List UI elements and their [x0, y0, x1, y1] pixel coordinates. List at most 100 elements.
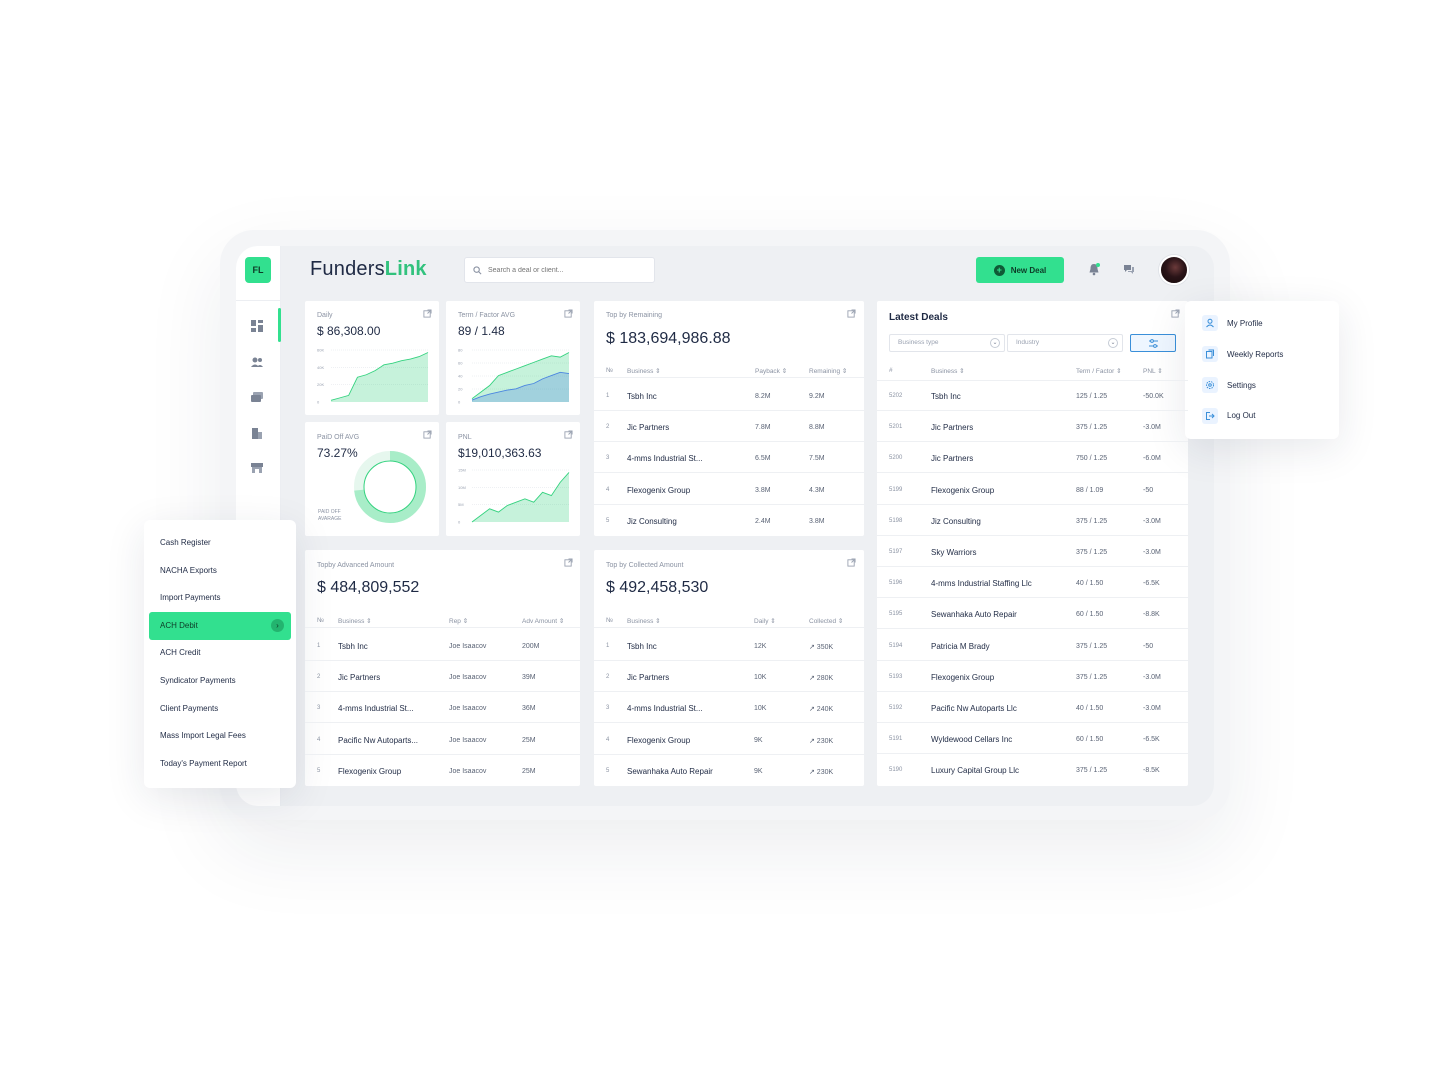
business-name[interactable]: Wyldewood Cellars Inc — [931, 735, 1012, 744]
deal-id: 5190 — [889, 767, 903, 774]
top-advanced-value: $ 484,809,552 — [317, 579, 420, 596]
menu-item-cash-register[interactable]: Cash Register — [160, 538, 211, 547]
table-header[interactable]: Remaining ⇕ — [809, 367, 847, 375]
pnl-value: -50.0K — [1143, 393, 1164, 400]
business-name[interactable]: Jic Partners — [338, 673, 380, 682]
table-cell: ↗ 280K — [809, 675, 834, 683]
business-name[interactable]: Flexogenix Group — [627, 736, 690, 745]
profile-menu-weekly-reports[interactable]: Weekly Reports — [1227, 350, 1283, 359]
search-box[interactable] — [464, 257, 655, 283]
table-header[interactable]: # — [889, 367, 893, 374]
table-header[interactable]: Payback ⇕ — [755, 367, 787, 375]
logout-icon — [1202, 408, 1218, 424]
menu-item-mass-import-legal-fees[interactable]: Mass Import Legal Fees — [160, 731, 246, 740]
table-header[interactable]: Business ⇕ — [931, 367, 965, 375]
business-name[interactable]: Tsbh Inc — [627, 392, 657, 401]
store-icon[interactable] — [250, 461, 264, 475]
term-factor: 375 / 1.25 — [1076, 424, 1108, 432]
business-name[interactable]: Flexogenix Group — [931, 673, 994, 682]
business-name[interactable]: Flexogenix Group — [931, 486, 994, 495]
search-input[interactable] — [488, 266, 638, 274]
business-name[interactable]: Jic Partners — [931, 423, 973, 432]
business-name[interactable]: Tsbh Inc — [627, 642, 657, 651]
business-name[interactable]: Patricia M Brady — [931, 642, 990, 651]
search-icon — [473, 265, 482, 274]
table-cell: 36M — [522, 705, 536, 713]
external-link-icon[interactable] — [423, 430, 432, 439]
brand-logo[interactable]: FundersLink — [310, 258, 427, 281]
business-name[interactable]: Tsbh Inc — [338, 642, 368, 651]
term-factor: 60 / 1.50 — [1076, 736, 1104, 744]
bell-icon[interactable] — [1088, 263, 1100, 276]
filter-button[interactable] — [1130, 334, 1176, 352]
external-link-icon[interactable] — [1171, 309, 1180, 318]
table-header[interactable]: Adv Amount ⇕ — [522, 617, 564, 625]
new-deal-button[interactable]: + New Deal — [976, 257, 1064, 283]
business-name[interactable]: Jic Partners — [627, 673, 669, 682]
table-header[interactable]: Daily ⇕ — [754, 617, 776, 625]
row-divider — [877, 690, 1188, 692]
menu-item-syndicator-payments[interactable]: Syndicator Payments — [160, 676, 236, 685]
axis-tick-label: 15M — [458, 468, 466, 473]
business-name[interactable]: 4-mms Industrial Staffing Llc — [931, 579, 1032, 588]
table-header[interactable]: № — [606, 367, 613, 374]
users-icon[interactable] — [250, 355, 264, 369]
menu-item-today-s-payment-report[interactable]: Today's Payment Report — [160, 759, 247, 768]
external-link-icon[interactable] — [847, 558, 856, 567]
business-name[interactable]: Tsbh Inc — [931, 392, 961, 401]
table-header[interactable]: Business ⇕ — [627, 367, 661, 375]
menu-item-nacha-exports[interactable]: NACHA Exports — [160, 566, 217, 575]
table-header[interactable]: Business ⇕ — [627, 617, 661, 625]
business-name[interactable]: Luxury Capital Group Llc — [931, 766, 1019, 775]
business-name[interactable]: Flexogenix Group — [338, 767, 401, 776]
external-link-icon[interactable] — [847, 309, 856, 318]
business-name[interactable]: 4-mms Industrial St... — [338, 704, 414, 713]
external-link-icon[interactable] — [564, 309, 573, 318]
table-header[interactable]: Term / Factor ⇕ — [1076, 367, 1122, 375]
series-area — [472, 472, 569, 522]
profile-menu-my-profile[interactable]: My Profile — [1227, 319, 1263, 328]
avatar[interactable] — [1159, 255, 1189, 285]
business-name[interactable]: Jic Partners — [627, 423, 669, 432]
business-name[interactable]: Jic Partners — [931, 454, 973, 463]
building-icon[interactable] — [250, 426, 264, 440]
pnl-value: -3.0M — [1143, 517, 1161, 525]
table-header[interactable]: PNL ⇕ — [1143, 367, 1163, 375]
industry-select[interactable]: Industry ⌄ — [1007, 334, 1123, 352]
table-header[interactable]: Rep ⇕ — [449, 617, 468, 625]
menu-item-ach-debit[interactable]: ACH Debit — [160, 621, 198, 630]
business-name[interactable]: Flexogenix Group — [627, 486, 690, 495]
dashboard-icon[interactable] — [250, 319, 264, 333]
business-name[interactable]: Pacific Nw Autoparts Llc — [931, 704, 1017, 713]
axis-tick-label: 5M — [458, 502, 464, 507]
menu-item-import-payments[interactable]: Import Payments — [160, 593, 220, 602]
table-divider — [305, 627, 580, 628]
profile-menu-settings[interactable]: Settings — [1227, 381, 1256, 390]
deal-id: 5197 — [889, 549, 903, 555]
table-header[interactable]: № — [317, 617, 324, 624]
business-name[interactable]: Sky Warriors — [931, 548, 976, 557]
pnl-value: -8.8K — [1143, 611, 1160, 619]
business-name[interactable]: Jiz Consulting — [627, 517, 677, 526]
external-link-icon[interactable] — [564, 430, 573, 439]
profile-menu-log-out[interactable]: Log Out — [1227, 411, 1255, 420]
external-link-icon[interactable] — [423, 309, 432, 318]
external-link-icon[interactable] — [564, 558, 573, 567]
cards-icon[interactable] — [250, 390, 264, 404]
business-type-select[interactable]: Business type ⌄ — [889, 334, 1005, 352]
table-header[interactable]: Collected ⇕ — [809, 617, 843, 625]
business-name[interactable]: Sewanhaka Auto Repair — [627, 767, 713, 776]
business-name[interactable]: Pacific Nw Autoparts... — [338, 736, 418, 745]
menu-item-client-payments[interactable]: Client Payments — [160, 704, 218, 713]
business-name[interactable]: 4-mms Industrial St... — [627, 704, 703, 713]
chat-icon[interactable] — [1123, 264, 1135, 275]
logo-badge[interactable]: FL — [245, 257, 271, 283]
business-name[interactable]: Jiz Consulting — [931, 517, 981, 526]
menu-item-ach-credit[interactable]: ACH Credit — [160, 648, 200, 657]
table-header[interactable]: Business ⇕ — [338, 617, 372, 625]
table-header[interactable]: № — [606, 617, 613, 624]
chevron-right-icon[interactable]: › — [271, 619, 284, 632]
business-name[interactable]: Sewanhaka Auto Repair — [931, 610, 1017, 619]
business-name[interactable]: 4-mms Industrial St... — [627, 454, 703, 463]
donut-inner — [363, 460, 417, 514]
